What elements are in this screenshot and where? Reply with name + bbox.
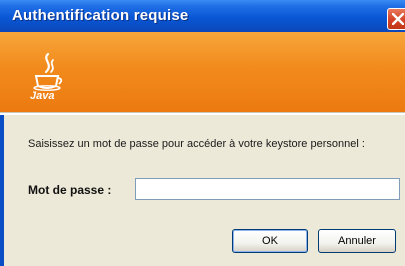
close-icon <box>392 13 404 25</box>
password-field[interactable] <box>135 178 400 200</box>
ok-button[interactable]: OK <box>232 229 308 253</box>
password-label: Mot de passe : <box>28 183 112 197</box>
java-logo-text: Java <box>30 90 55 102</box>
cancel-button[interactable]: Annuler <box>318 229 396 253</box>
banner-separator <box>0 112 405 115</box>
window-title: Authentification requise <box>12 7 189 24</box>
close-button[interactable] <box>387 8 405 30</box>
prompt-message: Saisissez un mot de passe pour accéder à… <box>28 138 365 150</box>
auth-dialog: Authentification requise Java Saisissez … <box>0 0 405 266</box>
title-bar[interactable]: Authentification requise <box>0 0 405 32</box>
